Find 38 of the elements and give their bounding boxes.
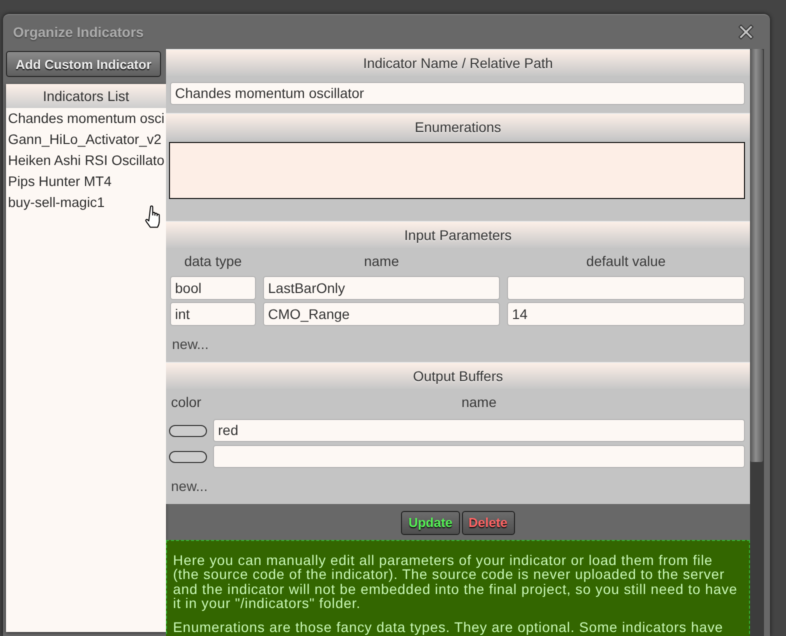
section-header: Input Parameters xyxy=(166,221,750,248)
column-header: color xyxy=(170,393,202,412)
help-paragraph: Enumerations are those fancy data types. They are optional. Some indicators have xyxy=(173,620,724,634)
help-paragraph: Here you can manually edit all parameters of your indicator or load them from file (the source code of the indicator). The source code is never uploaded to the server and the indicator will not be embedded into the final project, so you still need to have it in your "/indicators" folder. xyxy=(173,553,738,611)
scrollbar-track[interactable] xyxy=(750,49,764,636)
indicator-list-item[interactable]: Heiken Ashi RSI Oscillato xyxy=(6,150,166,171)
section-header: Indicator Name / Relative Path xyxy=(166,49,750,76)
enumerations-field[interactable] xyxy=(169,142,745,199)
parameter-name-field[interactable]: CMO_Range xyxy=(263,302,500,326)
column-header: data type xyxy=(183,252,243,271)
window-title: Organize Indicators xyxy=(13,24,144,40)
color-swatch-icon[interactable] xyxy=(169,450,207,462)
close-icon[interactable] xyxy=(738,24,754,40)
parameter-name-field[interactable]: LastBarOnly xyxy=(263,276,500,300)
default-value-field[interactable]: 14 xyxy=(507,302,745,326)
update-button[interactable]: Update xyxy=(401,511,460,535)
color-swatch-icon[interactable] xyxy=(169,424,207,436)
data-type-field[interactable]: bool xyxy=(170,276,256,300)
section-header: Enumerations xyxy=(166,113,750,140)
scrollbar-thumb[interactable] xyxy=(750,49,763,462)
buffer-name-field[interactable]: red xyxy=(213,419,745,442)
indicator-list-item[interactable]: Chandes momentum osci xyxy=(6,108,166,129)
column-header: name xyxy=(362,252,400,271)
column-header: default value xyxy=(585,252,667,271)
indicator-list-item[interactable]: buy-sell-magic1 xyxy=(6,192,166,213)
indicator-name-field[interactable]: Chandes momentum oscillator xyxy=(170,82,745,105)
new-buffer-link[interactable]: new... xyxy=(171,478,208,494)
buffer-name-field[interactable] xyxy=(213,445,745,468)
pointer-cursor-icon xyxy=(145,205,162,229)
indicator-list-item[interactable]: Pips Hunter MT4 xyxy=(6,171,166,192)
indicator-list-item[interactable]: Gann_HiLo_Activator_v2 xyxy=(6,129,166,150)
column-header: name xyxy=(460,393,498,412)
add-indicator-button[interactable]: Add Custom Indicator xyxy=(6,51,161,77)
list-header: Indicators List xyxy=(6,84,166,108)
data-type-field[interactable]: int xyxy=(170,302,256,326)
section-header: Output Buffers xyxy=(166,362,750,389)
new-parameter-link[interactable]: new... xyxy=(172,336,209,352)
default-value-field[interactable] xyxy=(507,276,745,300)
